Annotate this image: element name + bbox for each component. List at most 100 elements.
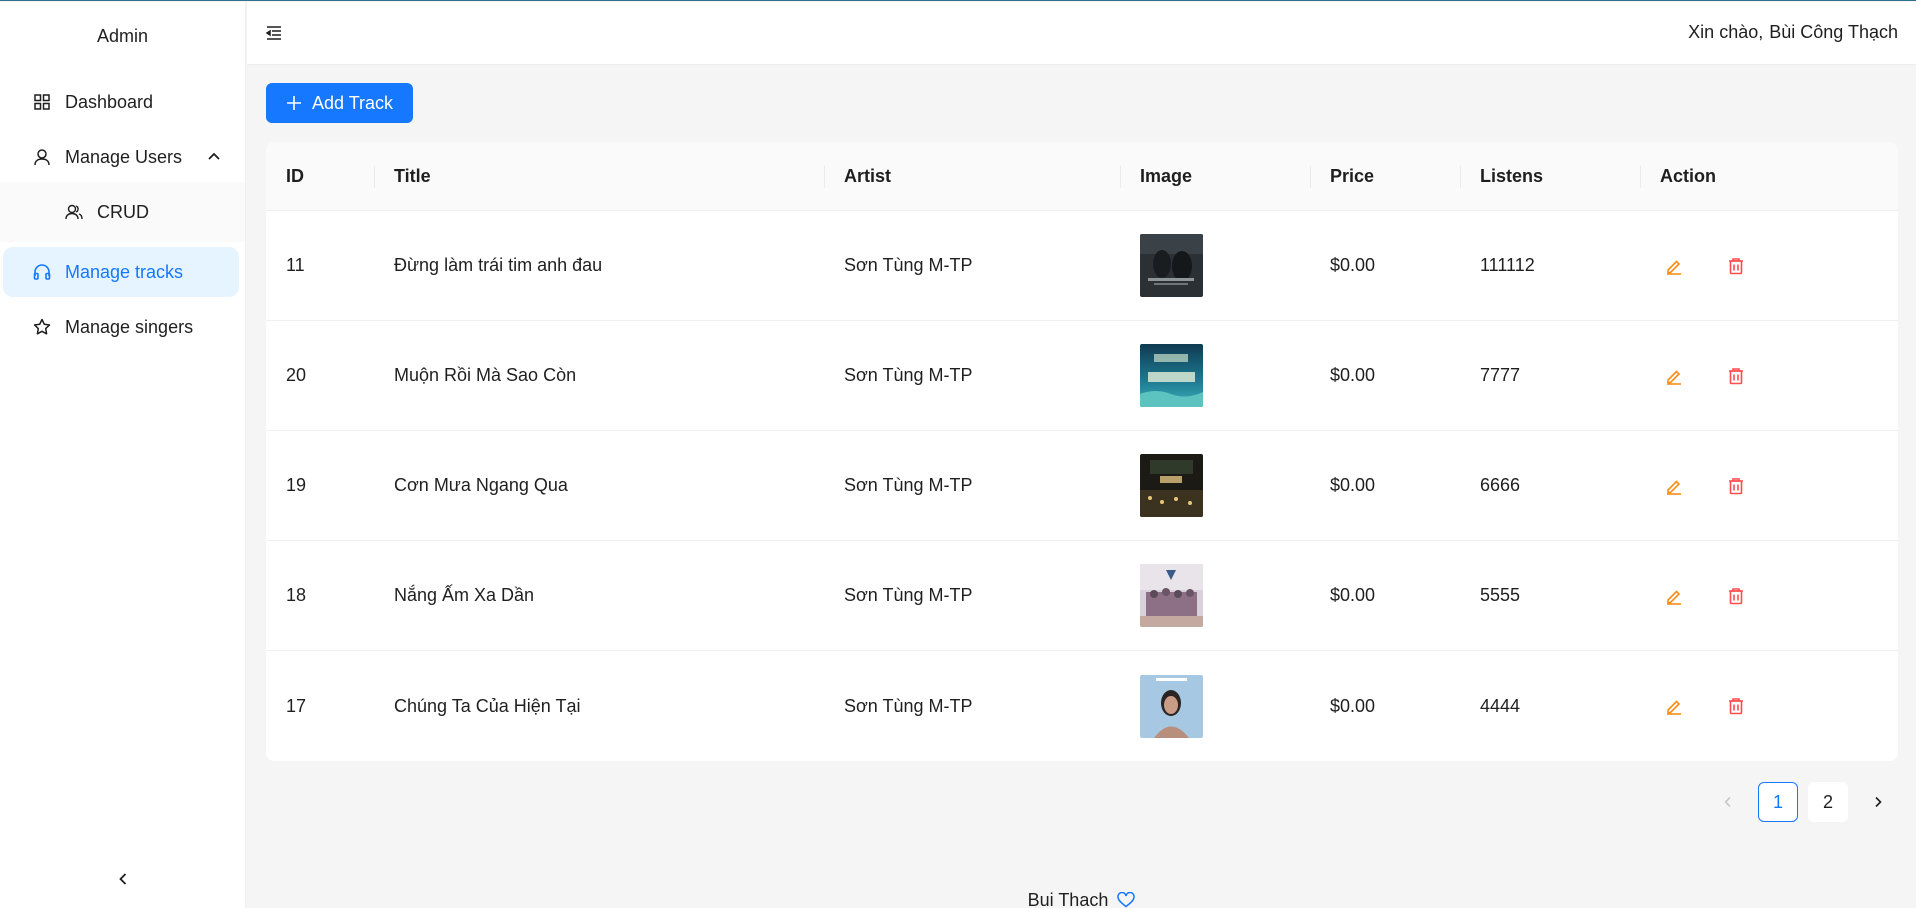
cell-title: Đừng làm trái tim anh đau bbox=[394, 255, 603, 275]
table-row: 20 Muộn Rồi Mà Sao Còn Sơn Tùng M-TP $0.… bbox=[266, 321, 1898, 431]
track-cover-image bbox=[1140, 674, 1203, 738]
table-row: 17 Chúng Ta Của Hiện Tại Sơn Tùng M-TP $… bbox=[266, 651, 1898, 761]
column-header-listens: Listens bbox=[1460, 142, 1640, 210]
track-cover-image bbox=[1140, 564, 1203, 627]
edit-icon[interactable] bbox=[1662, 584, 1686, 608]
cell-action bbox=[1640, 211, 1898, 320]
cell-price: $0.00 bbox=[1330, 585, 1376, 605]
top-header: Xin chào, Bùi Công Thạch bbox=[247, 2, 1916, 65]
delete-icon[interactable] bbox=[1724, 364, 1748, 388]
cell-id: 19 bbox=[286, 475, 307, 495]
cell-artist: Sơn Tùng M-TP bbox=[844, 695, 973, 716]
cell-title: Muộn Rồi Mà Sao Còn bbox=[394, 365, 577, 385]
cell-action bbox=[1640, 321, 1898, 430]
table-header: ID Title Artist Image Price Listens Acti… bbox=[266, 142, 1898, 211]
cell-title: Chúng Ta Của Hiện Tại bbox=[394, 695, 581, 716]
cell-image bbox=[1120, 431, 1310, 540]
cell-title: Nắng Ấm Xa Dần bbox=[394, 585, 535, 605]
sidebar-item-manage-tracks[interactable]: Manage tracks bbox=[3, 247, 239, 297]
sidebar-item-manage-users[interactable]: Manage Users bbox=[3, 132, 239, 182]
user-greeting: Xin chào, Bùi Công Thạch bbox=[1688, 22, 1898, 43]
delete-icon[interactable] bbox=[1724, 694, 1748, 718]
cell-image bbox=[1120, 211, 1310, 320]
column-header-title: Title bbox=[374, 142, 824, 210]
cell-image bbox=[1120, 651, 1310, 761]
sidebar-logo: Admin bbox=[96, 25, 149, 46]
cell-price: $0.00 bbox=[1330, 475, 1376, 495]
greeting-text: Xin chào, bbox=[1688, 22, 1764, 42]
edit-icon[interactable] bbox=[1662, 474, 1686, 498]
footer: Bui Thach bbox=[247, 890, 1916, 908]
cell-price: $0.00 bbox=[1330, 255, 1376, 275]
sidebar-collapse-button[interactable] bbox=[0, 867, 246, 895]
sidebar-item-crud[interactable]: CRUD bbox=[3, 187, 239, 237]
menu-fold-icon[interactable] bbox=[265, 24, 285, 44]
cell-price: $0.00 bbox=[1330, 695, 1376, 716]
track-cover-image bbox=[1140, 344, 1203, 407]
user-icon bbox=[31, 146, 53, 168]
cell-title: Cơn Mưa Ngang Qua bbox=[394, 475, 568, 495]
sidebar-item-dashboard[interactable]: Dashboard bbox=[3, 77, 239, 127]
tracks-table: ID Title Artist Image Price Listens Acti… bbox=[266, 142, 1898, 761]
cell-id: 17 bbox=[286, 695, 307, 716]
submenu-manage-users: CRUD bbox=[0, 182, 245, 242]
cell-id: 20 bbox=[286, 365, 307, 385]
cell-id: 18 bbox=[286, 585, 307, 605]
edit-icon[interactable] bbox=[1662, 254, 1686, 278]
delete-icon[interactable] bbox=[1724, 584, 1748, 608]
cell-listens: 4444 bbox=[1480, 695, 1521, 716]
page-button-1[interactable]: 1 bbox=[1758, 782, 1798, 822]
delete-icon[interactable] bbox=[1724, 254, 1748, 278]
cell-action bbox=[1640, 541, 1898, 650]
cell-artist: Sơn Tùng M-TP bbox=[844, 365, 973, 385]
cell-listens: 111112 bbox=[1480, 255, 1535, 275]
sidebar-item-label: Manage Users bbox=[65, 146, 183, 167]
sidebar-menu: Dashboard Manage Users CRUD Manage track… bbox=[0, 70, 245, 352]
sidebar-item-manage-singers[interactable]: Manage singers bbox=[3, 302, 239, 352]
cell-artist: Sơn Tùng M-TP bbox=[844, 255, 973, 275]
cell-image bbox=[1120, 321, 1310, 430]
headphones-icon bbox=[31, 261, 53, 283]
plus-icon bbox=[286, 95, 302, 111]
column-header-artist: Artist bbox=[824, 142, 1120, 210]
track-cover-image bbox=[1140, 234, 1203, 297]
user-name[interactable]: Bùi Công Thạch bbox=[1769, 22, 1898, 42]
heart-icon bbox=[1117, 891, 1136, 908]
table-row: 18 Nắng Ấm Xa Dần Sơn Tùng M-TP $0.00 55… bbox=[266, 541, 1898, 651]
page-button-2[interactable]: 2 bbox=[1808, 782, 1848, 822]
sidebar: Admin Dashboard Manage Users CRUD Manage… bbox=[0, 2, 246, 908]
cell-action bbox=[1640, 431, 1898, 540]
pagination: 1 2 bbox=[1708, 782, 1898, 822]
cell-artist: Sơn Tùng M-TP bbox=[844, 585, 973, 605]
column-header-image: Image bbox=[1120, 142, 1310, 210]
table-row: 19 Cơn Mưa Ngang Qua Sơn Tùng M-TP $0.00… bbox=[266, 431, 1898, 541]
table-row: 11 Đừng làm trái tim anh đau Sơn Tùng M-… bbox=[266, 211, 1898, 321]
sidebar-item-label: Manage singers bbox=[65, 316, 194, 337]
team-icon bbox=[63, 201, 85, 223]
cell-price: $0.00 bbox=[1330, 365, 1376, 385]
cell-listens: 5555 bbox=[1480, 585, 1521, 605]
chevron-up-icon bbox=[207, 148, 221, 169]
cell-id: 11 bbox=[286, 255, 305, 275]
cell-listens: 7777 bbox=[1480, 365, 1521, 385]
edit-icon[interactable] bbox=[1662, 364, 1686, 388]
prev-page-button[interactable] bbox=[1708, 782, 1748, 822]
sidebar-item-label: Manage tracks bbox=[65, 261, 184, 282]
add-track-label: Add Track bbox=[312, 92, 394, 113]
column-header-action: Action bbox=[1640, 142, 1898, 210]
track-cover-image bbox=[1140, 454, 1203, 517]
edit-icon[interactable] bbox=[1662, 694, 1686, 718]
cell-image bbox=[1120, 541, 1310, 650]
next-page-button[interactable] bbox=[1858, 782, 1898, 822]
star-icon bbox=[31, 316, 53, 338]
add-track-button[interactable]: Add Track bbox=[266, 83, 414, 123]
chevron-left-icon bbox=[116, 871, 130, 891]
column-header-price: Price bbox=[1310, 142, 1460, 210]
dashboard-icon bbox=[31, 91, 53, 113]
cell-artist: Sơn Tùng M-TP bbox=[844, 475, 973, 495]
column-header-id: ID bbox=[286, 165, 304, 186]
main-content: Add Track ID Title Artist Image Price Li… bbox=[266, 83, 1898, 822]
sidebar-item-label: CRUD bbox=[97, 201, 149, 222]
sidebar-item-label: Dashboard bbox=[65, 91, 154, 112]
delete-icon[interactable] bbox=[1724, 474, 1748, 498]
